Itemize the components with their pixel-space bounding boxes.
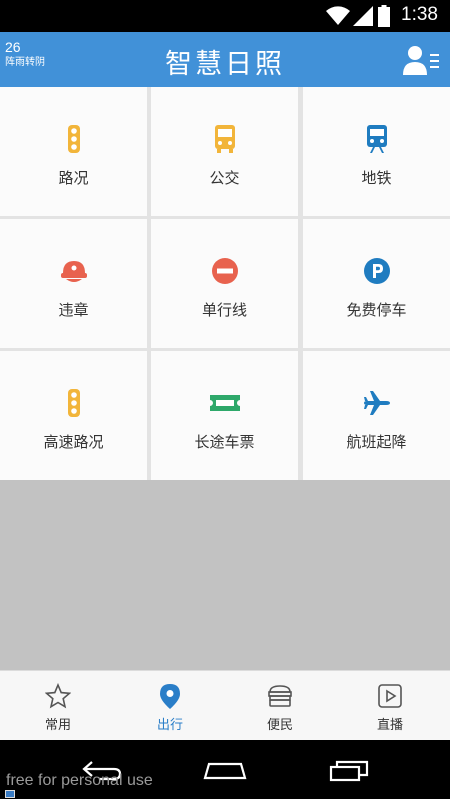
system-nav-bar [0,740,450,799]
grid-item-subway[interactable]: 地铁 [303,87,450,216]
grid-item-road-conditions[interactable]: 路况 [0,87,147,216]
location-pin-icon [160,684,180,709]
airplane-icon [363,391,390,415]
subway-icon [366,125,387,153]
user-menu-icon [403,46,439,75]
grid-item-flights[interactable]: 航班起降 [303,351,450,480]
page-title: 智慧日照 [165,49,285,80]
home-icon[interactable] [201,758,249,782]
tab-label: 便民 [266,718,293,733]
status-bar: 1:38 [0,0,450,32]
tab-label: 出行 [156,718,183,733]
grid-item-violations[interactable]: 违章 [0,219,147,348]
grid-item-label: 地铁 [361,169,392,187]
status-time: 1:38 [401,4,438,25]
grid-item-coach-tickets[interactable]: 长途车票 [151,351,298,480]
grid-item-label: 免费停车 [346,301,407,319]
corner-flag-icon [5,790,15,798]
grid-item-label: 违章 [58,301,89,319]
tab-services[interactable]: 便民 [224,671,336,741]
grid-item-label: 高速路况 [43,433,104,451]
traffic-light-icon [67,389,80,417]
grid-item-label: 公交 [209,169,240,187]
tab-label: 直播 [376,718,403,733]
tab-favorites[interactable]: 常用 [2,671,114,741]
play-icon [378,684,402,708]
parking-icon [363,258,390,284]
signal-icon [353,6,373,26]
grid-item-label: 航班起降 [346,433,407,451]
ticket-icon [209,395,240,411]
tab-live[interactable]: 直播 [334,671,446,741]
bottom-tab-bar: 常用 出行 便民 直播 [0,670,450,740]
no-entry-icon [211,258,238,284]
wifi-icon [326,6,350,26]
app-header: 26 阵雨转阴 智慧日照 [0,32,450,87]
grid-item-label: 单行线 [201,301,247,319]
bus-icon [214,125,235,153]
grid-item-label: 长途车票 [194,433,255,451]
tab-label: 常用 [44,718,71,733]
grid-item-highway-conditions[interactable]: 高速路况 [0,351,147,480]
traffic-light-icon [67,125,80,153]
content-placeholder [0,480,450,670]
recent-apps-icon[interactable] [327,758,371,782]
star-icon [45,683,71,709]
user-menu-button[interactable] [402,44,440,76]
grid-item-one-way[interactable]: 单行线 [151,219,298,348]
grid-item-free-parking[interactable]: 免费停车 [303,219,450,348]
tab-travel[interactable]: 出行 [114,671,226,741]
police-cap-icon [60,261,87,282]
grid-item-label: 路况 [58,169,89,187]
grid-item-bus[interactable]: 公交 [151,87,298,216]
store-icon [268,685,292,707]
watermark-text: free for personal use [6,772,153,789]
service-grid: 路况 公交 地铁 违章 单行线 免费停车 高速路况 长途车票 航班起降 [0,87,450,480]
battery-icon [378,5,390,27]
